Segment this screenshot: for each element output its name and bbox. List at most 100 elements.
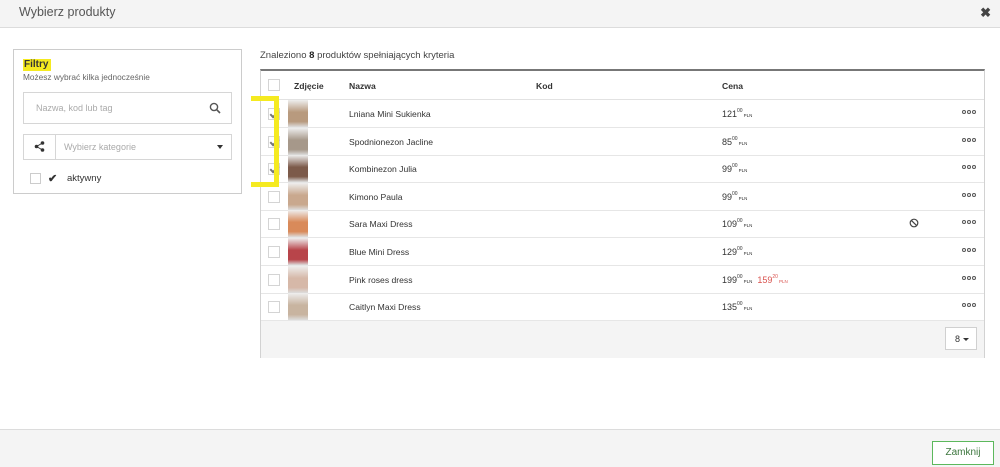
- table-header: Zdjęcie Nazwa Kod Cena: [261, 71, 984, 100]
- check-icon: ✔: [48, 173, 58, 185]
- product-thumbnail: [288, 238, 308, 265]
- product-thumbnail: [288, 265, 308, 293]
- price-cents: 00: [732, 163, 738, 170]
- modal-footer: Zamknij: [0, 429, 1000, 467]
- row-checkbox[interactable]: [268, 301, 280, 314]
- product-price: 9900PLN: [722, 163, 747, 174]
- column-price: Cena: [722, 81, 744, 91]
- price-currency: PLN: [743, 278, 753, 284]
- category-select[interactable]: Wybierz kategorie: [56, 135, 231, 159]
- product-price: 12900PLN: [722, 246, 752, 257]
- product-price: 9900PLN: [722, 191, 747, 202]
- product-name: Caitlyn Maxi Dress: [349, 302, 421, 313]
- table-row[interactable]: Blue Mini Dress 12900PLN: [261, 238, 984, 266]
- more-options-icon[interactable]: [962, 192, 976, 199]
- per-page-value: 8: [955, 334, 961, 344]
- price-main: 121: [722, 109, 738, 119]
- filter-title: Filtry: [23, 59, 52, 71]
- product-name: Blue Mini Dress: [349, 247, 410, 257]
- price-currency: PLN: [743, 113, 753, 118]
- price-currency: PLN: [743, 223, 753, 229]
- more-options-icon[interactable]: [962, 275, 976, 282]
- promo-main: 159: [757, 274, 773, 285]
- search-field: [23, 92, 232, 124]
- price-main: 99: [722, 191, 733, 202]
- modal-header: Wybierz produkty ✖: [0, 0, 1000, 28]
- share-icon: [34, 141, 45, 152]
- product-price: 8500PLN: [722, 136, 747, 147]
- price-cents: 00: [737, 301, 743, 308]
- table-row[interactable]: Kimono Paula 9900PLN: [261, 182, 984, 211]
- close-button[interactable]: Zamknij: [932, 441, 994, 465]
- price-cents: 00: [737, 108, 743, 114]
- price-currency: PLN: [743, 251, 753, 256]
- row-checkbox[interactable]: [268, 246, 280, 258]
- table-row[interactable]: Pink roses dress 19900PLN 15920PLN: [261, 265, 984, 294]
- more-options-icon[interactable]: [962, 248, 976, 254]
- table-row[interactable]: Sara Maxi Dress 10900PLN: [261, 210, 984, 239]
- caret-down-icon: [217, 145, 223, 149]
- found-prefix: Znaleziono: [260, 50, 307, 61]
- row-checkbox[interactable]: [268, 273, 280, 286]
- search-input[interactable]: [24, 93, 204, 123]
- more-options-icon[interactable]: [962, 137, 976, 144]
- product-price: 19900PLN 15920PLN: [722, 274, 788, 285]
- price-main: 129: [722, 247, 738, 257]
- price-main: 135: [722, 302, 738, 313]
- modal-title: Wybierz produkty: [19, 5, 116, 19]
- product-thumbnail: [288, 293, 308, 321]
- promo-price: 15920PLN: [757, 273, 787, 285]
- select-all-checkbox[interactable]: [268, 79, 280, 91]
- share-button[interactable]: [24, 135, 56, 159]
- more-options-icon[interactable]: [962, 110, 976, 116]
- more-options-icon[interactable]: [962, 303, 976, 309]
- price-main: 99: [722, 164, 733, 175]
- found-count: 8: [309, 50, 315, 61]
- filter-panel: Filtry Możesz wybrać kilka jednocześnie …: [13, 49, 242, 194]
- more-options-icon[interactable]: [962, 165, 976, 171]
- products-table: Zdjęcie Nazwa Kod Cena Lniana Mini Sukie…: [260, 69, 985, 358]
- table-footer: 8: [261, 321, 984, 358]
- search-icon[interactable]: [209, 102, 221, 114]
- table-row[interactable]: Kombinezon Julia 9900PLN: [261, 155, 984, 184]
- row-checkbox[interactable]: [268, 218, 280, 231]
- product-price: 12100PLN: [722, 108, 752, 119]
- product-name: Pink roses dress: [349, 274, 413, 285]
- price-cents: 00: [737, 273, 743, 280]
- price-cents: 00: [732, 190, 738, 197]
- price-main: 199: [722, 274, 738, 285]
- column-code: Kod: [536, 81, 553, 91]
- per-page-select[interactable]: 8: [945, 327, 977, 350]
- product-price: 10900PLN: [722, 218, 752, 229]
- active-checkbox[interactable]: [30, 173, 41, 184]
- table-row[interactable]: Caitlyn Maxi Dress 13500PLN: [261, 293, 984, 322]
- product-name: Lniana Mini Sukienka: [349, 109, 431, 119]
- found-suffix: produktów spełniających kryteria: [317, 50, 455, 61]
- product-price: 13500PLN: [722, 301, 752, 312]
- table-row[interactable]: Lniana Mini Sukienka 12100PLN: [261, 100, 984, 128]
- table-row[interactable]: Spodnionezon Jacline 8500PLN: [261, 127, 984, 156]
- caret-down-icon: [963, 338, 969, 341]
- product-thumbnail: [288, 210, 308, 238]
- price-main: 85: [722, 136, 733, 147]
- more-options-icon[interactable]: [962, 220, 976, 226]
- category-filter: Wybierz kategorie: [23, 134, 232, 160]
- filter-subtitle: Możesz wybrać kilka jednocześnie: [23, 72, 150, 82]
- ban-icon: [909, 218, 919, 228]
- column-photo: Zdjęcie: [294, 81, 324, 91]
- product-thumbnail: [288, 127, 308, 155]
- price-cents: 00: [737, 218, 743, 225]
- product-thumbnail: [288, 155, 308, 183]
- price-currency: PLN: [738, 168, 748, 174]
- product-thumbnail: [288, 100, 308, 127]
- product-name: Spodnionezon Jacline: [349, 136, 434, 147]
- column-name: Nazwa: [349, 81, 376, 91]
- product-name: Kombinezon Julia: [349, 164, 417, 175]
- price-main: 109: [722, 219, 738, 230]
- close-icon[interactable]: ✖: [980, 5, 991, 21]
- price-cents: 00: [732, 135, 738, 142]
- row-checkbox[interactable]: [268, 190, 280, 203]
- highlight-bracket: [251, 96, 279, 187]
- promo-cents: 20: [772, 273, 778, 280]
- results-count: Znaleziono 8 produktów spełniających kry…: [260, 50, 454, 61]
